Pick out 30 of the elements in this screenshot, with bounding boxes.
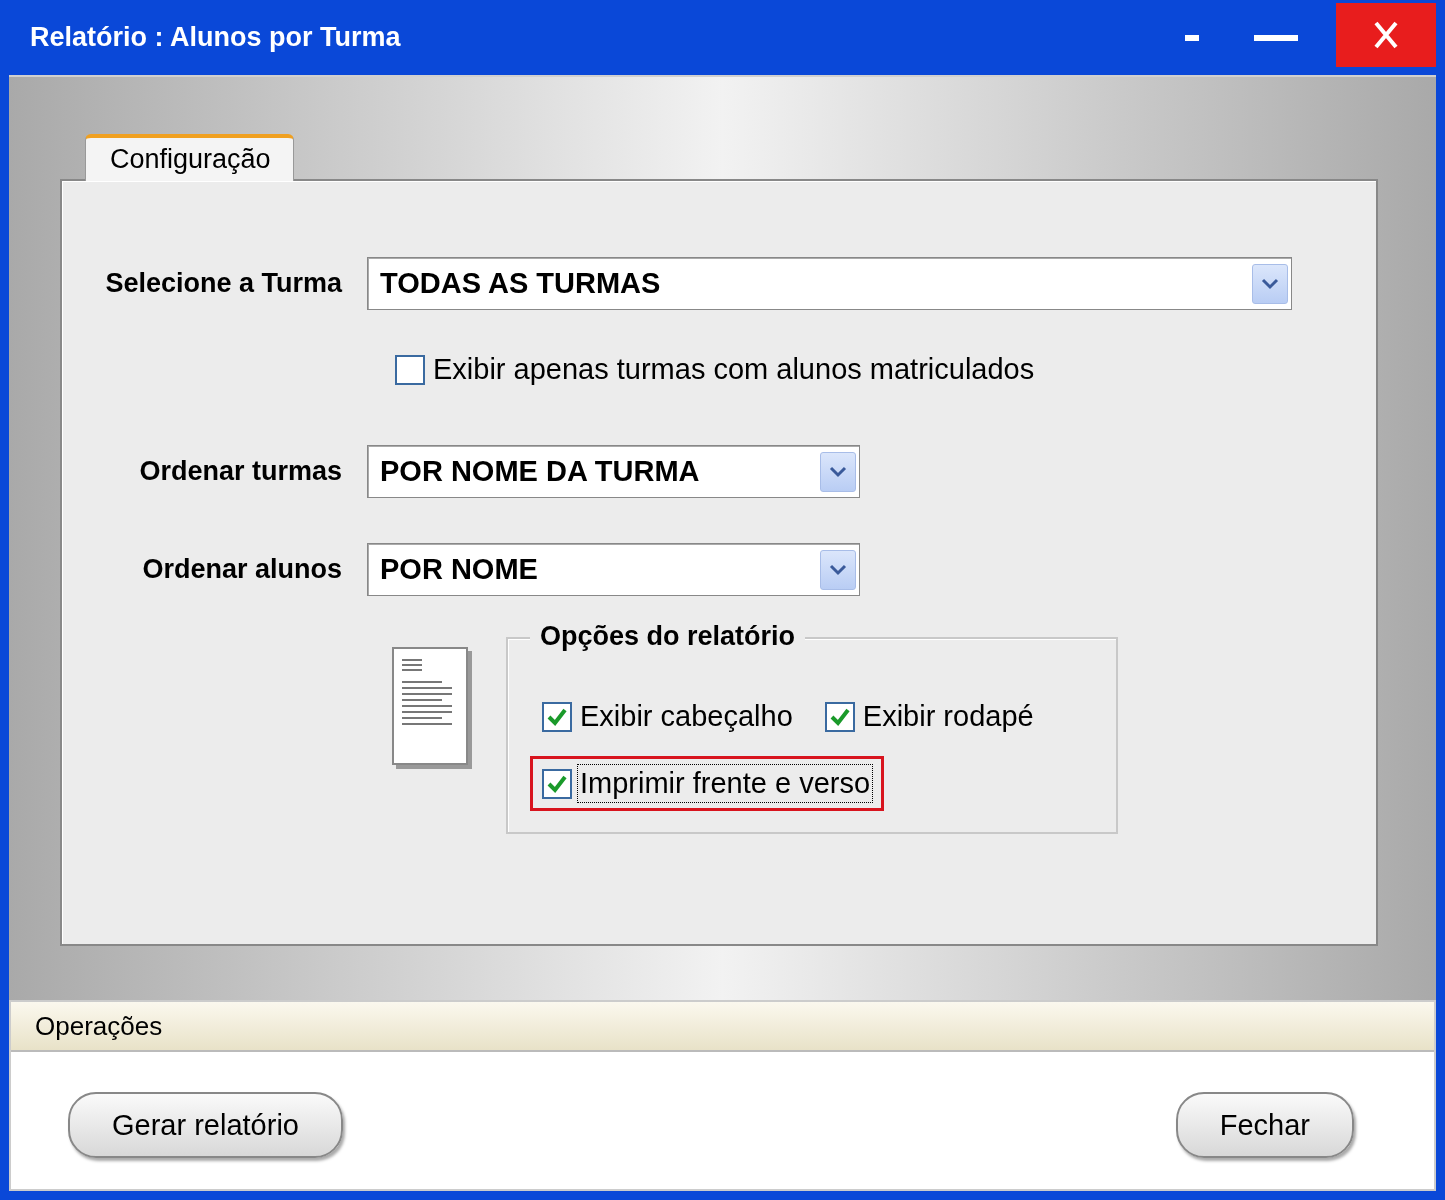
document-icon <box>392 647 474 771</box>
dropdown[interactable]: POR NOME <box>367 543 860 596</box>
checkbox-label: Exibir cabeçalho <box>579 699 794 734</box>
dash-icon <box>1254 34 1298 41</box>
checkbox[interactable]: Imprimir frente e verso <box>539 763 876 804</box>
checkbox[interactable]: Exibir apenas turmas com alunos matriculados <box>392 349 1040 390</box>
checkbox-label: Exibir apenas turmas com alunos matriculados <box>432 352 1036 387</box>
close-button[interactable] <box>1336 2 1436 67</box>
field-label: Ordenar turmas <box>138 456 343 487</box>
field-label: Ordenar alunos <box>141 554 343 585</box>
caret-icon <box>1252 263 1288 304</box>
caret-icon <box>820 549 856 590</box>
checkbox-label: Exibir rodapé <box>861 699 1035 734</box>
button[interactable]: Fechar <box>1175 1092 1354 1158</box>
dropdown[interactable]: TODAS AS TURMAS <box>367 257 1292 310</box>
checkmark-icon <box>546 706 568 727</box>
minimize-icon <box>1185 34 1199 41</box>
field-label: Selecione a Turma <box>104 268 344 299</box>
checkmark-icon <box>828 706 851 727</box>
dropdown[interactable]: POR NOME DA TURMA <box>367 445 860 498</box>
window-title: Relatório : Alunos por Turma <box>29 22 402 53</box>
tab[interactable]: Configuração <box>85 134 294 181</box>
button[interactable]: Gerar relatório <box>68 1092 343 1158</box>
section-header: Operações <box>11 1002 1434 1052</box>
checkmark-icon <box>546 773 568 794</box>
checkbox[interactable]: Exibir cabeçalho <box>539 696 798 737</box>
checkbox[interactable]: Exibir rodapé <box>821 696 1039 737</box>
checkbox-label: Imprimir frente e verso <box>578 765 873 802</box>
close-icon <box>1374 20 1398 49</box>
caret-icon <box>820 451 856 492</box>
